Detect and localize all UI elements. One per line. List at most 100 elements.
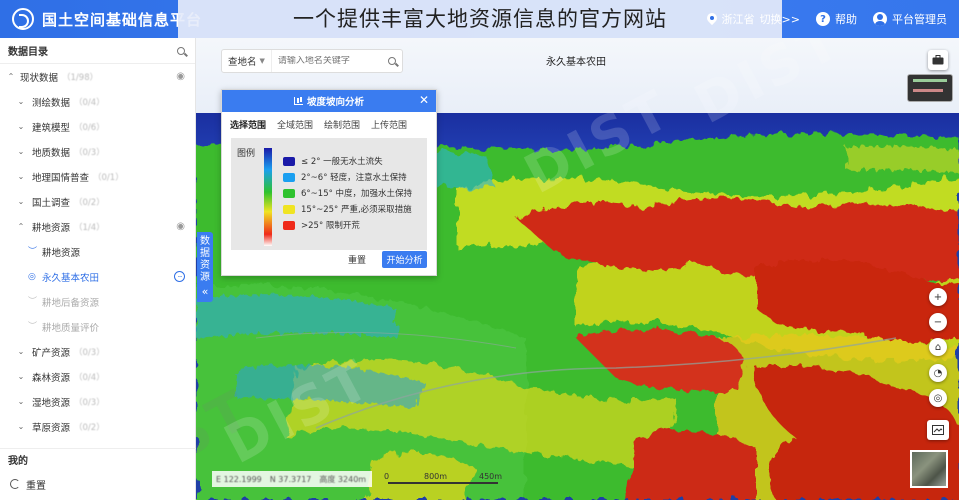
tree-item-farmland-quality[interactable]: ︶ 耕地质量评价 (0, 314, 195, 339)
admin-menu[interactable]: 平台管理员 (873, 11, 947, 27)
eye-closed-icon[interactable]: ︶ (28, 247, 38, 256)
mini-panel-line (913, 79, 947, 82)
close-icon[interactable]: ✕ (419, 94, 429, 106)
tree-item-label: 建筑模型 (32, 122, 71, 134)
tree-item-label: 湿地资源 (32, 397, 71, 409)
eye-icon[interactable]: ◉ (176, 71, 185, 82)
legend-label: >25° 限制开荒 (301, 221, 360, 231)
help-button[interactable]: ? 帮助 (816, 11, 857, 27)
legend-color-ramp (264, 148, 272, 246)
tree-item-label: 现状数据 (20, 72, 59, 84)
catalog-header: 数据目录 (0, 38, 195, 64)
chevron-down-icon[interactable]: ⌄ (16, 147, 26, 156)
chevron-down-icon[interactable]: ⌄ (16, 172, 26, 181)
tree-item-reserve-farmland[interactable]: ︶ 耕地后备资源 (0, 289, 195, 314)
tree-item-label: 草原资源 (32, 422, 71, 434)
catalog-tree: ⌃ 现状数据 （1/98） ◉ ⌄ 测绘数据 （0/4） ⌄ 建筑模型 （0/6… (0, 64, 195, 439)
chevron-down-icon[interactable]: ⌄ (16, 197, 26, 206)
range-tabs: 选择范围 全域范围 绘制范围 上传范围 (222, 112, 436, 136)
search-type-select[interactable]: 查地名 ▼ (222, 50, 272, 72)
3d-icon[interactable]: ◎ (929, 389, 947, 407)
tree-item-geo-census[interactable]: ⌄ 地理国情普查 （0/1） (0, 164, 195, 189)
eye-closed-icon[interactable]: ︶ (28, 322, 38, 331)
tree-item-farmland-resources[interactable]: ︶ 耕地资源 (0, 239, 195, 264)
eye-closed-icon[interactable]: ︶ (28, 297, 38, 306)
tree-item-building-models[interactable]: ⌄ 建筑模型 （0/6） (0, 114, 195, 139)
panel-reset-button[interactable]: 重置 (348, 253, 366, 266)
chevron-down-icon[interactable]: ⌄ (16, 122, 26, 131)
chevron-down-icon[interactable]: ⌄ (16, 347, 26, 356)
legend-swatch (283, 188, 295, 198)
legend-item: 6°~15° 中度，加强水土保持 (283, 187, 412, 199)
zoom-out-icon[interactable]: − (929, 313, 947, 331)
chevron-down-icon[interactable]: ⌄ (16, 97, 26, 106)
slope-analysis-panel: 坡度坡向分析 ✕ 选择范围 全域范围 绘制范围 上传范围 图例 ≤ 2° 一般无… (221, 89, 437, 276)
tree-item-basic-farmland[interactable]: ◎ 永久基本农田 ··· (0, 264, 195, 289)
legend-swatch (283, 172, 295, 182)
region-switch[interactable]: 浙江省 切换>> (707, 11, 800, 27)
tree-item-geology[interactable]: ⌄ 地质数据 （0/3） (0, 139, 195, 164)
scale-tick-label: 800m (424, 472, 448, 481)
tab-full-area[interactable]: 全域范围 (277, 118, 313, 131)
start-analysis-button[interactable]: 开始分析 (382, 251, 427, 268)
tree-item-surveying[interactable]: ⌄ 测绘数据 （0/4） (0, 89, 195, 114)
tree-item-land-survey[interactable]: ⌄ 国土调查 （0/2） (0, 189, 195, 214)
range-label: 选择范围 (230, 120, 267, 131)
reset-button[interactable]: 重置 (0, 473, 196, 495)
latitude-readout: N 37.3717 (269, 474, 312, 484)
legend-item: 15°~25° 严重,必须采取措施 (283, 203, 412, 215)
legend-label: ≤ 2° 一般无水土流失 (301, 157, 383, 167)
legend: 图例 ≤ 2° 一般无水土流失 2°~6° 轻度，注意水土保持 6°~15° 中… (231, 138, 427, 250)
tree-item-count: （0/4） (74, 372, 105, 383)
tree-item-count: （1/4） (74, 222, 105, 233)
data-resources-label: 数据资源 (200, 236, 210, 283)
tree-item-count: （1/98） (62, 72, 99, 83)
chevron-down-icon[interactable]: ⌄ (16, 397, 26, 406)
basemap-thumbnail[interactable] (910, 450, 948, 488)
tab-draw-area[interactable]: 绘制范围 (324, 118, 360, 131)
tree-item-current-data[interactable]: ⌃ 现状数据 （1/98） ◉ (0, 64, 195, 89)
zoom-in-icon[interactable]: + (929, 288, 947, 306)
layers-icon[interactable] (927, 420, 949, 440)
compass-icon[interactable]: ◔ (929, 364, 947, 382)
more-options-icon[interactable]: ··· (174, 271, 185, 282)
scale-tick-label: 450m (479, 472, 503, 481)
map-location-label: 永久基本农田 (546, 57, 606, 68)
tab-upload-area[interactable]: 上传范围 (371, 118, 407, 131)
tree-item-label: 耕地资源 (42, 247, 81, 259)
chevron-down-icon[interactable]: ⌄ (16, 372, 26, 381)
top-right-menu: 浙江省 切换>> ? 帮助 平台管理员 (707, 0, 947, 38)
help-label: 帮助 (835, 13, 857, 26)
my-section-title: 我的 (0, 448, 196, 470)
tree-item-label: 耕地质量评价 (42, 322, 100, 334)
tree-item-minerals[interactable]: ⌄ 矿产资源 （0/3） (0, 339, 195, 364)
tree-item-count: （0/2） (74, 422, 105, 433)
briefcase-icon[interactable] (928, 50, 948, 70)
data-resources-tab[interactable]: 数据资源 « (197, 232, 213, 302)
chevron-up-icon[interactable]: ⌃ (6, 72, 16, 81)
place-search-input[interactable] (271, 56, 392, 66)
tree-item-count: （0/4） (74, 97, 105, 108)
switch-link[interactable]: 切换>> (760, 11, 800, 27)
mini-info-panel (907, 74, 953, 102)
home-icon[interactable]: ⌂ (929, 338, 947, 356)
tree-item-forest[interactable]: ⌄ 森林资源 （0/4） (0, 364, 195, 389)
tree-item-grassland[interactable]: ⌄ 草原资源 （0/2） (0, 414, 195, 439)
tree-item-wetland[interactable]: ⌄ 湿地资源 （0/3） (0, 389, 195, 414)
chevron-up-icon[interactable]: ⌃ (16, 222, 26, 231)
chevron-left-icon: « (201, 285, 209, 298)
search-icon[interactable] (177, 46, 185, 55)
eye-icon[interactable]: ◉ (176, 221, 185, 232)
tree-item-count: （0/6） (74, 122, 105, 133)
tree-item-label: 国土调查 (32, 197, 71, 209)
brand[interactable]: 国土空间基础信息平台 (12, 8, 202, 30)
eye-icon[interactable]: ◎ (28, 272, 38, 281)
search-type-label: 查地名 (228, 57, 257, 68)
tree-item-count: （0/3） (74, 397, 105, 408)
chevron-down-icon: ▼ (259, 57, 265, 65)
search-icon[interactable] (388, 57, 396, 65)
legend-title: 图例 (237, 149, 256, 159)
tree-item-farmland[interactable]: ⌃ 耕地资源 （1/4） ◉ (0, 214, 195, 239)
tree-item-label: 地理国情普查 (32, 172, 90, 184)
chevron-down-icon[interactable]: ⌄ (16, 422, 26, 431)
